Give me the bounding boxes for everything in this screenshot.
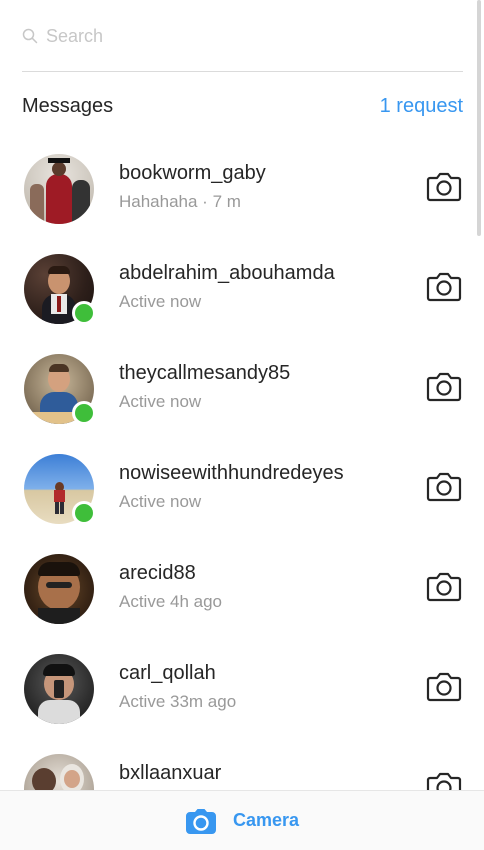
requests-link[interactable]: 1 request bbox=[380, 95, 463, 118]
online-indicator bbox=[72, 501, 96, 525]
online-indicator bbox=[72, 301, 96, 325]
camera-icon[interactable] bbox=[426, 669, 462, 703]
username: abdelrahim_abouhamda bbox=[119, 262, 335, 284]
conversation-row[interactable]: nowiseewithhundredeyes Active now bbox=[0, 440, 484, 540]
conversation-row[interactable]: bookworm_gaby Hahahaha · 7 m bbox=[0, 140, 484, 240]
page-title: Messages bbox=[22, 94, 114, 117]
camera-icon[interactable] bbox=[426, 569, 462, 603]
search-bar[interactable]: Search bbox=[22, 16, 463, 56]
username: arecid88 bbox=[119, 562, 196, 584]
username: nowiseewithhundredeyes bbox=[119, 462, 344, 484]
username: carl_qollah bbox=[119, 662, 216, 684]
conversation-row[interactable]: arecid88 Active 4h ago bbox=[0, 540, 484, 640]
search-icon bbox=[22, 28, 38, 44]
conversation-row[interactable]: bxllaanxuar bbox=[0, 740, 484, 790]
camera-icon[interactable] bbox=[426, 769, 462, 790]
conversation-list: bookworm_gaby Hahahaha · 7 m abdelrahim_… bbox=[0, 140, 484, 790]
conversation-row[interactable]: abdelrahim_abouhamda Active now bbox=[0, 240, 484, 340]
username: bxllaanxuar bbox=[119, 762, 222, 784]
camera-icon[interactable] bbox=[185, 807, 217, 835]
camera-icon[interactable] bbox=[426, 469, 462, 503]
avatar[interactable] bbox=[24, 554, 94, 624]
conversation-row[interactable]: carl_qollah Active 33m ago bbox=[0, 640, 484, 740]
last-message: Hahahaha · 7 m bbox=[119, 192, 241, 211]
avatar[interactable] bbox=[24, 154, 94, 224]
avatar[interactable] bbox=[24, 654, 94, 724]
online-indicator bbox=[72, 401, 96, 425]
avatar[interactable] bbox=[24, 454, 96, 525]
camera-bar[interactable]: Camera bbox=[0, 790, 484, 850]
last-message: Active now bbox=[119, 492, 202, 511]
camera-button-label[interactable]: Camera bbox=[233, 810, 299, 831]
camera-icon[interactable] bbox=[426, 369, 462, 403]
camera-icon[interactable] bbox=[426, 169, 462, 203]
last-message: Active now bbox=[119, 392, 202, 411]
search-input[interactable]: Search bbox=[46, 26, 103, 47]
messages-header: Messages 1 request bbox=[22, 92, 463, 120]
avatar[interactable] bbox=[24, 354, 96, 425]
avatar[interactable] bbox=[24, 254, 96, 325]
camera-icon[interactable] bbox=[426, 269, 462, 303]
conversation-row[interactable]: theycallmesandy85 Active now bbox=[0, 340, 484, 440]
username: theycallmesandy85 bbox=[119, 362, 291, 384]
avatar[interactable] bbox=[24, 754, 94, 790]
last-message: Active 33m ago bbox=[119, 692, 237, 711]
last-message: Active now bbox=[119, 292, 202, 311]
username: bookworm_gaby bbox=[119, 162, 266, 184]
divider bbox=[22, 71, 463, 72]
last-message: Active 4h ago bbox=[119, 592, 223, 611]
